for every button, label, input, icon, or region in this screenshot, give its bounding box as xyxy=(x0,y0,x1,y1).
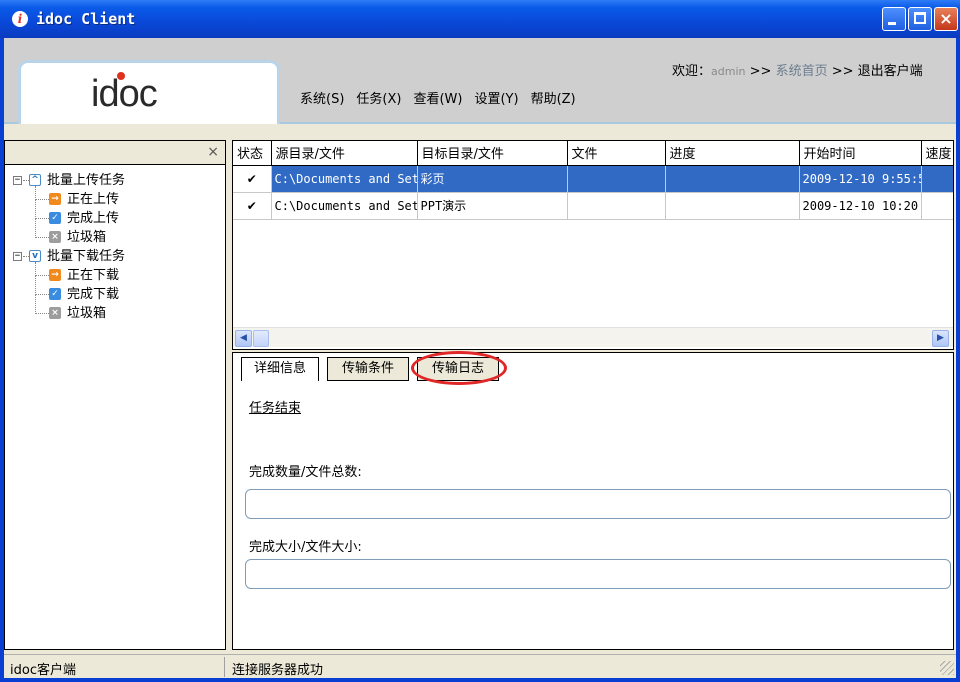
menu-help[interactable]: 帮助(Z) xyxy=(531,88,576,107)
resize-grip-icon[interactable] xyxy=(940,661,954,675)
status-bar: idoc客户端 连接服务器成功 xyxy=(4,654,956,678)
tab-transfer-conditions[interactable]: 传输条件 xyxy=(327,357,409,381)
horizontal-scrollbar[interactable]: ◀ ▶ xyxy=(233,327,953,347)
size-field[interactable] xyxy=(245,559,951,589)
column-header[interactable]: 源目录/文件 xyxy=(271,141,418,166)
highlight-circle xyxy=(411,351,507,385)
tree-label: 正在上传 xyxy=(67,192,120,207)
check-icon: ✓ xyxy=(49,212,61,224)
collapse-icon[interactable]: − xyxy=(13,176,22,185)
close-button[interactable]: × xyxy=(934,7,958,31)
details-panel: 详细信息 传输条件 传输日志 任务结束 完成数量/文件总数: 完成大小/文件大小… xyxy=(232,351,954,650)
tree-label: 完成下载 xyxy=(67,287,120,302)
speed-cell xyxy=(921,165,953,193)
title-bar[interactable]: i idoc Client × xyxy=(0,0,960,38)
start-time-cell: 2009-12-10 10:20: xyxy=(799,192,922,220)
scroll-right-icon[interactable]: ▶ xyxy=(932,330,949,347)
check-icon: ✓ xyxy=(49,288,61,300)
header: idoc 系统(S) 任务(X) 查看(W) 设置(Y) 帮助(Z) 欢迎：ad… xyxy=(4,38,956,124)
panel-close-icon[interactable]: × xyxy=(207,144,219,160)
source-cell: C:\Documents and Set xyxy=(271,192,418,220)
tree-label: 垃圾箱 xyxy=(67,306,107,321)
menu-view[interactable]: 查看(W) xyxy=(413,88,462,107)
username: admin xyxy=(711,65,746,78)
tree-label: 正在下载 xyxy=(67,268,120,283)
start-time-cell: 2009-12-10 9:55:5 xyxy=(799,165,922,193)
menu-bar: 系统(S) 任务(X) 查看(W) 设置(Y) 帮助(Z) xyxy=(300,88,576,107)
collapse-icon[interactable]: − xyxy=(13,252,22,261)
column-header[interactable]: 进度 xyxy=(665,141,800,166)
tree-label: 批量上传任务 xyxy=(47,173,126,188)
count-label: 完成数量/文件总数: xyxy=(249,465,362,480)
window-title: idoc Client xyxy=(36,10,136,28)
task-status-text: 任务结束 xyxy=(249,401,302,416)
separator: >> xyxy=(749,64,772,79)
client-area: idoc 系统(S) 任务(X) 查看(W) 设置(Y) 帮助(Z) 欢迎：ad… xyxy=(4,38,956,678)
speed-cell xyxy=(921,192,953,220)
progress-cell xyxy=(665,165,800,193)
app-window: i idoc Client × idoc 系统(S) 任务(X) 查看(W) 设… xyxy=(0,0,960,682)
download-icon: v xyxy=(29,250,41,262)
maximize-icon xyxy=(914,12,926,24)
menu-system[interactable]: 系统(S) xyxy=(300,88,344,107)
target-cell: 彩页 xyxy=(417,165,568,193)
exit-link[interactable]: 退出客户端 xyxy=(858,64,923,79)
logo: idoc xyxy=(91,73,158,115)
separator: >> xyxy=(831,64,854,79)
count-field[interactable] xyxy=(245,489,951,519)
column-header[interactable]: 文件 xyxy=(567,141,666,166)
file-cell xyxy=(567,165,666,193)
close-icon: × xyxy=(939,9,953,28)
welcome-prefix: 欢迎： xyxy=(672,64,712,79)
size-label: 完成大小/文件大小: xyxy=(249,540,362,555)
column-header[interactable]: 目标目录/文件 xyxy=(417,141,568,166)
home-link[interactable]: 系统首页 xyxy=(776,64,828,79)
tree-label: 批量下载任务 xyxy=(47,249,126,264)
column-header[interactable]: 速度 xyxy=(921,141,953,166)
tab-details[interactable]: 详细信息 xyxy=(241,357,319,381)
progress-cell xyxy=(665,192,800,220)
logo-tab: idoc xyxy=(18,60,280,124)
grid-header: 状态 源目录/文件 目标目录/文件 文件 进度 开始时间 速度 xyxy=(233,141,953,166)
trash-icon: × xyxy=(49,231,61,243)
in-progress-icon: → xyxy=(49,193,61,205)
status-app-name: idoc客户端 xyxy=(10,663,76,678)
table-row[interactable]: ✔ C:\Documents and Set PPT演示 2009-12-10 … xyxy=(233,192,953,220)
minimize-icon xyxy=(888,22,896,25)
trash-icon: × xyxy=(49,307,61,319)
menu-settings[interactable]: 设置(Y) xyxy=(474,88,518,107)
upload-icon: ^ xyxy=(29,174,41,186)
task-grid: 状态 源目录/文件 目标目录/文件 文件 进度 开始时间 速度 ✔ C:\Doc… xyxy=(232,140,954,350)
logo-dot xyxy=(117,72,125,80)
panel-header: × xyxy=(5,141,225,165)
in-progress-icon: → xyxy=(49,269,61,281)
source-cell: C:\Documents and Set xyxy=(271,165,418,193)
scroll-left-icon[interactable]: ◀ xyxy=(235,330,252,347)
status-check-icon: ✔ xyxy=(233,165,272,193)
column-header[interactable]: 状态 xyxy=(233,141,272,166)
table-row[interactable]: ✔ C:\Documents and Set 彩页 2009-12-10 9:5… xyxy=(233,165,953,193)
status-connection: 连接服务器成功 xyxy=(232,663,324,678)
minimize-button[interactable] xyxy=(882,7,906,31)
maximize-button[interactable] xyxy=(908,7,932,31)
status-check-icon: ✔ xyxy=(233,192,272,220)
column-header[interactable]: 开始时间 xyxy=(799,141,922,166)
file-cell xyxy=(567,192,666,220)
tree-label: 垃圾箱 xyxy=(67,230,107,245)
welcome-bar: 欢迎：admin >> 系统首页 >> 退出客户端 xyxy=(672,60,923,79)
scroll-thumb[interactable] xyxy=(253,330,269,347)
target-cell: PPT演示 xyxy=(417,192,568,220)
app-icon: i xyxy=(12,11,28,27)
tree-label: 完成上传 xyxy=(67,211,120,226)
menu-task[interactable]: 任务(X) xyxy=(356,88,401,107)
task-tree-panel: × − ^ 批量上传任务 → 正在上传 ✓ 完成上传 × 垃圾箱 − v 批量下… xyxy=(4,140,226,650)
status-divider xyxy=(224,657,225,677)
